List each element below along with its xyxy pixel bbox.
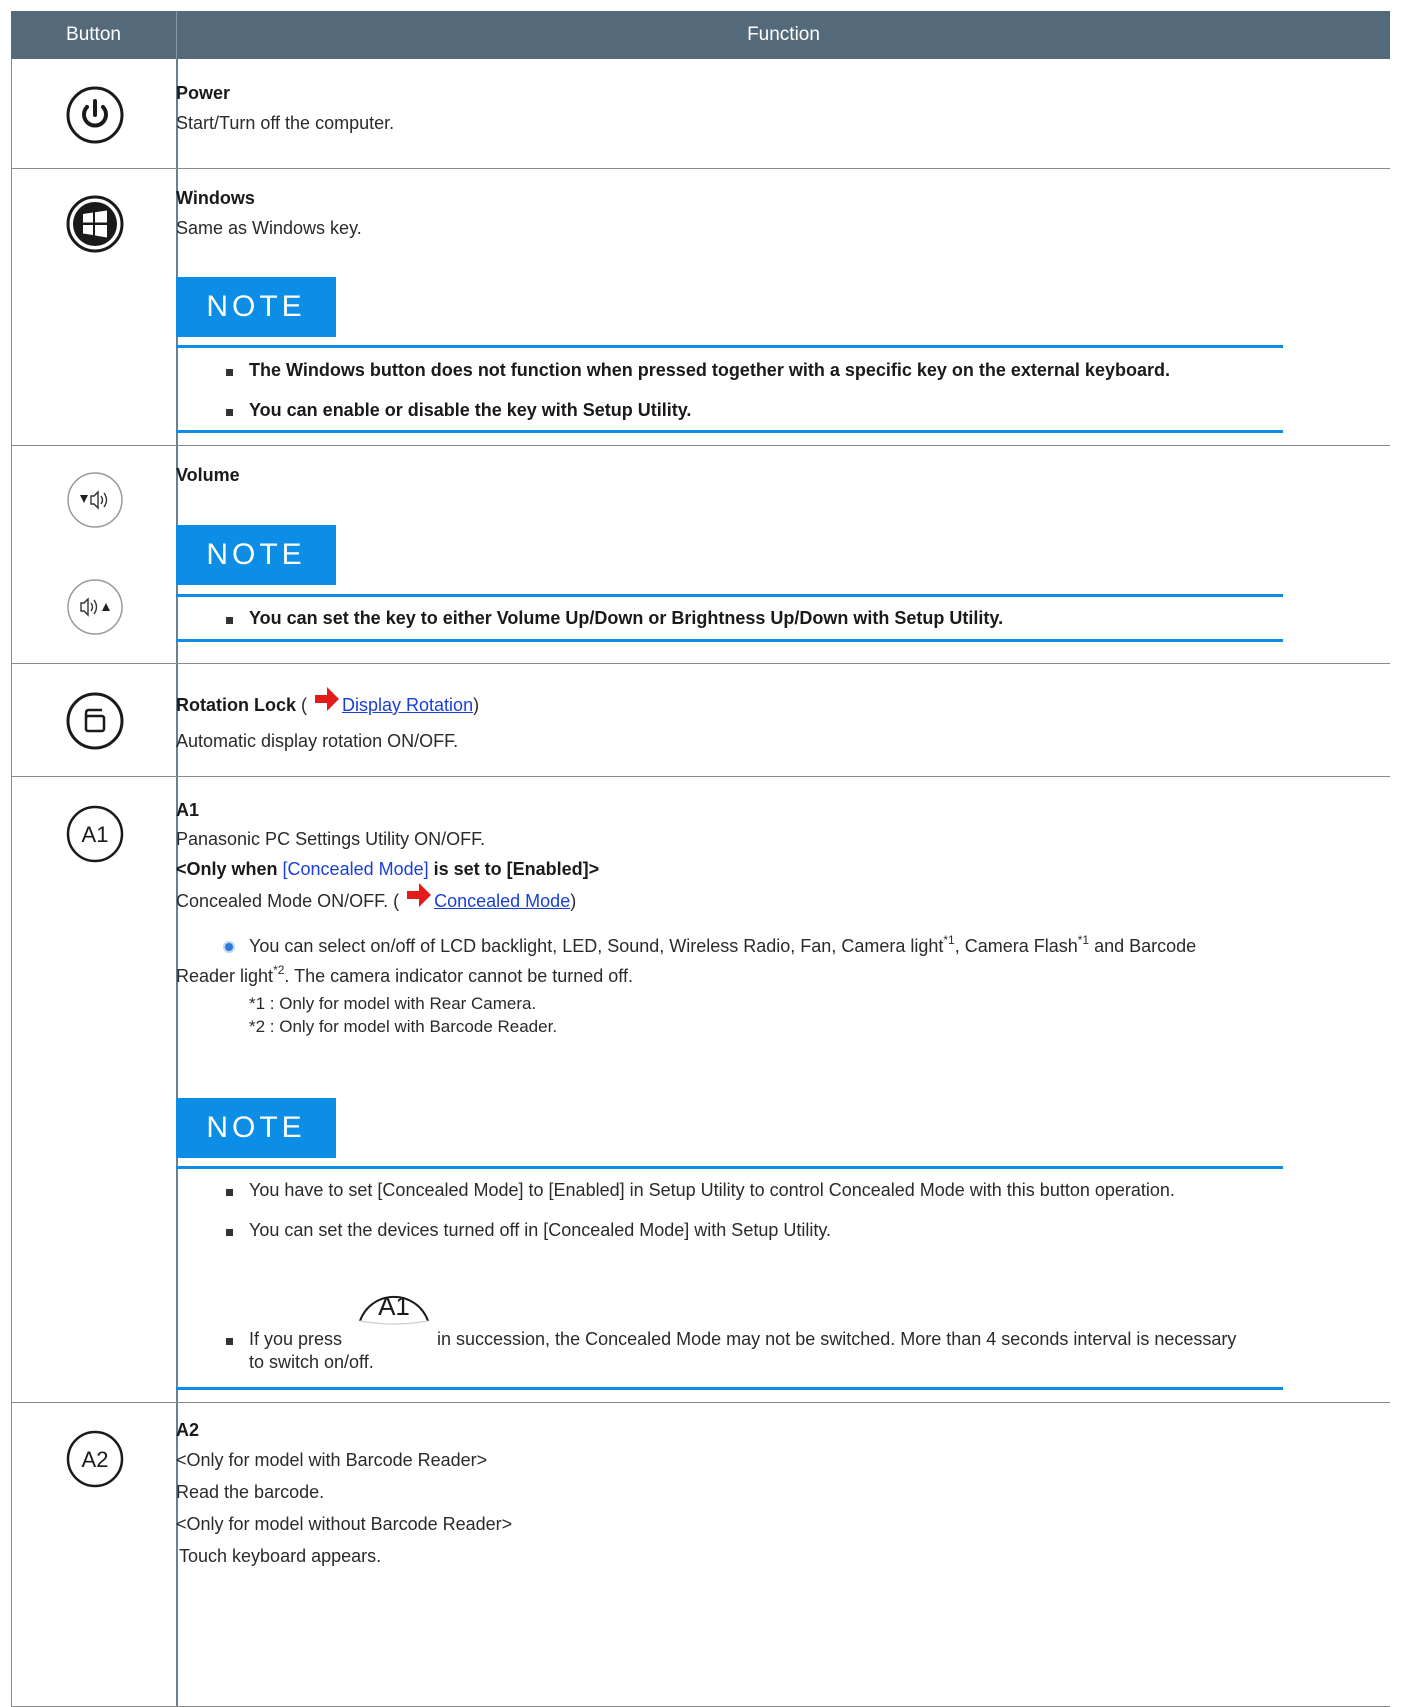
a2-line3: <Only for model without Barcode Reader> [176, 1514, 513, 1534]
bullet-icon [226, 1229, 233, 1236]
a1-note-2: You can set the devices turned off in [C… [249, 1220, 832, 1240]
arrow-icon [315, 687, 340, 712]
display-rotation-link[interactable]: Display Rotation [342, 695, 473, 715]
a1-title: A1 [176, 800, 200, 820]
arrow-icon [407, 883, 432, 908]
windows-icon [66, 195, 124, 253]
a1-bullet-text-1b: , Camera Flash [954, 936, 1078, 956]
a2-icon: A2 [66, 1430, 124, 1488]
a2-line2: Read the barcode. [176, 1482, 325, 1502]
a1-cond-pre: <Only when [176, 859, 283, 879]
a1-press-line2: to switch on/off. [249, 1352, 374, 1372]
note-rule-bottom [176, 639, 1283, 642]
bullet-icon [226, 1189, 233, 1196]
concealed-pre: Concealed Mode ON/OFF. ( [176, 891, 400, 911]
note-rule-top [176, 1166, 1283, 1169]
table-header: Button Function [11, 11, 1390, 59]
bullet-icon [226, 369, 233, 376]
concealed-mode-ref[interactable]: [Concealed Mode] [283, 859, 429, 879]
note-rule-bottom [176, 430, 1283, 433]
a1-icon: A1 [66, 805, 124, 863]
a1-cond-post: is set to [Enabled]> [428, 859, 600, 879]
volume-down-icon [67, 472, 123, 528]
power-title: Power [176, 83, 231, 103]
bullet-icon [226, 409, 233, 416]
rotation-paren-open: ( [296, 695, 307, 715]
windows-note-1: The Windows button does not function whe… [249, 360, 1170, 380]
windows-desc: Same as Windows key. [176, 218, 362, 238]
a1-bullet-line1: You can select on/off of LCD backlight, … [249, 933, 1197, 957]
header-button: Button [11, 11, 177, 59]
rotation-lock-icon [66, 692, 124, 750]
a1-footnote-1: *1 : Only for model with Rear Camera. [249, 994, 537, 1013]
a1-note-1: You have to set [Concealed Mode] to [Ena… [249, 1180, 1175, 1200]
concealed-post: ) [570, 891, 577, 911]
bullet-icon [226, 1338, 233, 1345]
a1-bullet-text-1a: You can select on/off of LCD backlight, … [249, 936, 944, 956]
a1-inline-label: A1 [378, 1291, 410, 1321]
a1-press-pre: If you press [249, 1329, 343, 1349]
rotation-paren-close: ) [473, 695, 480, 715]
volume-title: Volume [176, 465, 240, 485]
volume-note-1: You can set the key to either Volume Up/… [249, 608, 1004, 628]
a1-bullet-line2: Reader light*2. The camera indicator can… [176, 963, 633, 987]
windows-note-2: You can enable or disable the key with S… [249, 400, 692, 420]
a2-line1: <Only for model with Barcode Reader> [176, 1450, 488, 1470]
header-function: Function [747, 24, 820, 45]
a1-bullet-text-2b: . The camera indicator cannot be turned … [284, 966, 633, 986]
row-divider [11, 776, 1390, 777]
note-rule-top [176, 345, 1283, 348]
row-divider [11, 445, 1390, 446]
a1-inline-icon: A1 [359, 1291, 429, 1325]
a1-condition: <Only when [Concealed Mode] is set to [E… [176, 859, 599, 880]
note-label: NOTE [176, 277, 336, 337]
footnote-ref: *2 [273, 963, 285, 977]
a1-desc: Panasonic PC Settings Utility ON/OFF. [176, 829, 486, 849]
footnote-ref: *1 [1077, 933, 1090, 947]
a1-bullet-text-2a: Reader light [176, 966, 274, 986]
row-divider [11, 1402, 1390, 1403]
row-divider [11, 663, 1390, 664]
bullet-icon [226, 617, 233, 624]
a1-footnote-2: *2 : Only for model with Barcode Reader. [249, 1017, 558, 1036]
a1-concealed-line: Concealed Mode ON/OFF. ( Concealed Mode) [176, 883, 577, 912]
note-rule-bottom [176, 1387, 1283, 1390]
note-label: NOTE [176, 1098, 336, 1158]
a1-icon-label: A1 [82, 822, 109, 847]
power-desc: Start/Turn off the computer. [176, 113, 395, 133]
power-icon [66, 86, 124, 144]
note-rule-top [176, 594, 1283, 597]
a2-icon-label: A2 [82, 1447, 109, 1472]
a2-title: A2 [176, 1420, 200, 1440]
rotation-desc: Automatic display rotation ON/OFF. [176, 731, 459, 751]
windows-title: Windows [176, 188, 255, 208]
a2-line4: Touch keyboard appears. [179, 1546, 382, 1566]
rotation-title: Rotation Lock [176, 695, 296, 715]
note-label: NOTE [176, 525, 336, 585]
volume-up-icon [67, 579, 123, 635]
footnote-ref: *1 [943, 933, 955, 947]
bullet-dot-icon [225, 943, 233, 951]
concealed-mode-link[interactable]: Concealed Mode [434, 891, 570, 911]
a1-bullet-text-1c: and Barcode [1089, 936, 1197, 956]
row-divider [11, 168, 1390, 169]
a1-press-post: in succession, the Concealed Mode may no… [437, 1329, 1237, 1349]
rotation-title-line: Rotation Lock ( Display Rotation) [176, 687, 480, 716]
